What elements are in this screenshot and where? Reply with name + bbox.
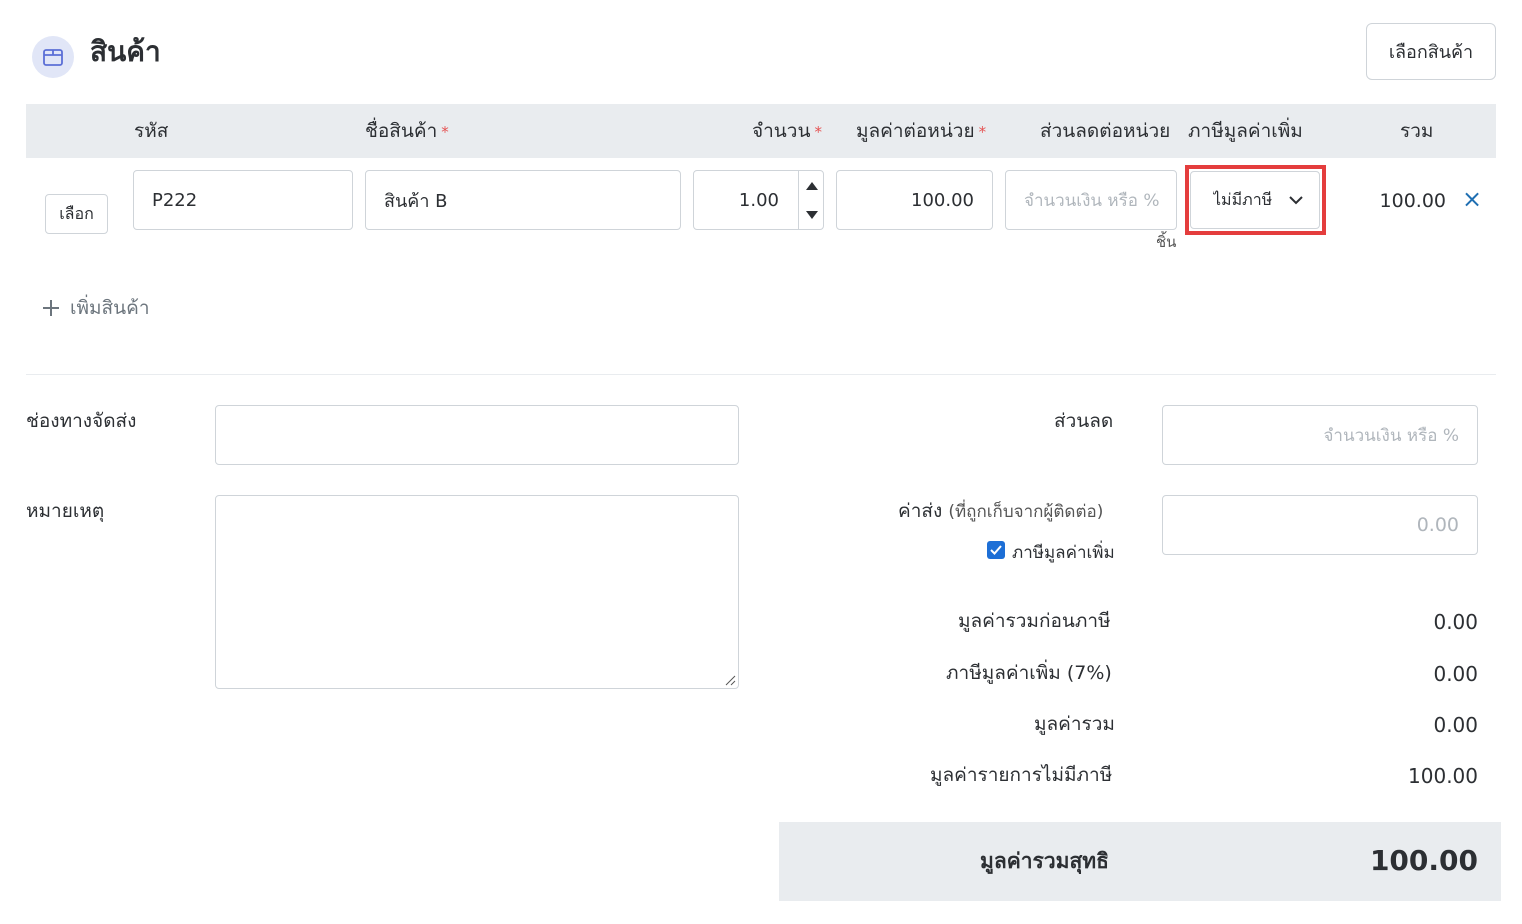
product-box-icon (32, 36, 74, 78)
step-up-icon[interactable] (799, 171, 824, 200)
column-qty: จำนวน * (752, 120, 822, 142)
shipping-vat-label: ภาษีมูลค่าเพิ่ม (1012, 543, 1115, 563)
remove-row-icon[interactable]: × (1462, 184, 1482, 214)
unit-label: ชิ้น (1156, 233, 1177, 251)
plus-icon (43, 300, 59, 316)
quantity-stepper[interactable] (798, 171, 824, 230)
subtotal-label: มูลค่ารวมก่อนภาษี (958, 610, 1111, 632)
shipping-fee-label: ค่าส่ง (ที่ถูกเก็บจากผู้ติดต่อ) (898, 500, 1104, 522)
divider (26, 374, 1496, 375)
add-product-button[interactable]: เพิ่มสินค้า (42, 294, 150, 322)
shipping-vat-checkbox[interactable] (987, 541, 1005, 559)
column-code: รหัส (134, 120, 169, 142)
step-down-icon[interactable] (799, 200, 824, 229)
check-icon (990, 545, 1002, 555)
note-label: หมายเหตุ (26, 500, 105, 522)
subtotal-value: 0.00 (1433, 610, 1478, 634)
discount-input[interactable]: จำนวนเงิน หรือ % (1162, 405, 1478, 465)
highlight-box (1185, 165, 1326, 235)
shipping-fee-input[interactable]: 0.00 (1162, 495, 1478, 555)
row-total: 100.00 (1379, 190, 1446, 212)
vat-value: 0.00 (1433, 662, 1478, 686)
non-vat-label: มูลค่ารายการไม่มีภาษี (930, 764, 1113, 786)
vat-label: ภาษีมูลค่าเพิ่ม (7%) (946, 662, 1112, 684)
shipping-channel-label: ช่องทางจัดส่ง (26, 410, 137, 432)
note-textarea[interactable] (215, 495, 739, 689)
total-label: มูลค่ารวม (1034, 713, 1115, 735)
column-name: ชื่อสินค้า * (365, 120, 449, 142)
unit-price-input[interactable]: 100.00 (836, 170, 993, 230)
product-code-input[interactable]: P222 (133, 170, 353, 230)
column-total: รวม (1400, 120, 1434, 142)
net-total-value: 100.00 (1369, 844, 1478, 877)
product-name-input[interactable]: สินค้า B (365, 170, 681, 230)
column-discount: ส่วนลดต่อหน่วย (1040, 120, 1171, 142)
select-product-button[interactable]: เลือกสินค้า (1366, 23, 1496, 80)
page-title: สินค้า (90, 35, 161, 68)
net-total-label: มูลค่ารวมสุทธิ (980, 849, 1109, 873)
resize-grip-icon[interactable] (724, 674, 736, 686)
non-vat-value: 100.00 (1408, 764, 1478, 788)
shipping-channel-input[interactable] (215, 405, 739, 465)
column-vat: ภาษีมูลค่าเพิ่ม (1188, 120, 1303, 142)
pick-product-button[interactable]: เลือก (45, 194, 108, 234)
unit-discount-input[interactable]: จำนวนเงิน หรือ % (1005, 170, 1177, 230)
discount-label: ส่วนลด (1054, 410, 1114, 432)
table-header: รหัส ชื่อสินค้า * จำนวน * มูลค่าต่อหน่วย * … (26, 104, 1496, 158)
column-unit-price: มูลค่าต่อหน่วย * (856, 120, 987, 142)
total-value: 0.00 (1433, 713, 1478, 737)
